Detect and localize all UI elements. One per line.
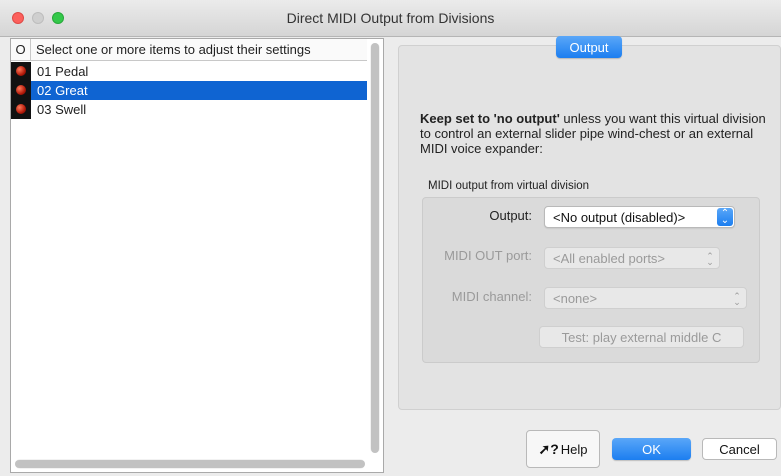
column-o-header[interactable]: O [11,38,31,61]
chevron-updown-icon: ⌃ ⌄ [733,291,741,307]
cancel-button[interactable]: Cancel [702,438,777,460]
midi-channel-value: <none> [553,290,598,306]
list-header: O Select one or more items to adjust the… [11,38,367,61]
output-status-icon [11,62,31,81]
info-text: Keep set to 'no output' unless you want … [420,111,770,156]
output-status-icon [11,100,31,119]
midi-out-port-value: <All enabled ports> [553,250,666,266]
midi-channel-select[interactable]: <none> ⌃ ⌄ [544,287,747,309]
output-select-value: <No output (disabled)> [553,209,686,225]
division-list[interactable]: O Select one or more items to adjust the… [10,38,384,473]
title-bar: Direct MIDI Output from Divisions [0,0,781,37]
test-middle-c-button[interactable]: Test: play external middle C [539,326,744,348]
column-name-header[interactable]: Select one or more items to adjust their… [31,42,311,57]
chevron-updown-icon: ⌃ ⌄ [717,208,733,226]
list-item-label: 01 Pedal [37,64,89,79]
midi-channel-label: MIDI channel: [451,289,532,304]
window-title: Direct MIDI Output from Divisions [286,10,495,26]
help-button-label: Help [560,441,588,457]
info-text-bold: Keep set to 'no output' [420,111,560,126]
output-label: Output: [489,208,532,223]
vertical-scroll-thumb[interactable] [371,43,379,453]
list-item-label: 03 Swell [37,102,87,117]
output-select[interactable]: <No output (disabled)> ⌃ ⌄ [544,206,735,228]
output-status-icon [11,81,31,100]
list-item-label: 02 Great [37,83,88,98]
help-cursor-icon: ➚? [538,440,559,457]
help-button[interactable]: ➚? Help [526,430,600,468]
list-item[interactable]: 01 Pedal [11,62,367,81]
list-rows: 01 Pedal 02 Great 03 Swell [11,62,367,119]
horizontal-scroll-thumb[interactable] [15,460,365,468]
list-item[interactable]: 03 Swell [11,100,367,119]
vertical-scrollbar[interactable] [370,43,380,453]
list-item[interactable]: 02 Great [11,81,367,100]
section-label: MIDI output from virtual division [428,180,590,192]
horizontal-scrollbar[interactable] [15,459,365,469]
midi-out-port-select[interactable]: <All enabled ports> ⌃ ⌄ [544,247,720,269]
ok-button[interactable]: OK [612,438,691,460]
chevron-updown-icon: ⌃ ⌄ [706,251,714,267]
tab-output[interactable]: Output [556,36,622,58]
midi-out-port-label: MIDI OUT port: [444,248,532,263]
